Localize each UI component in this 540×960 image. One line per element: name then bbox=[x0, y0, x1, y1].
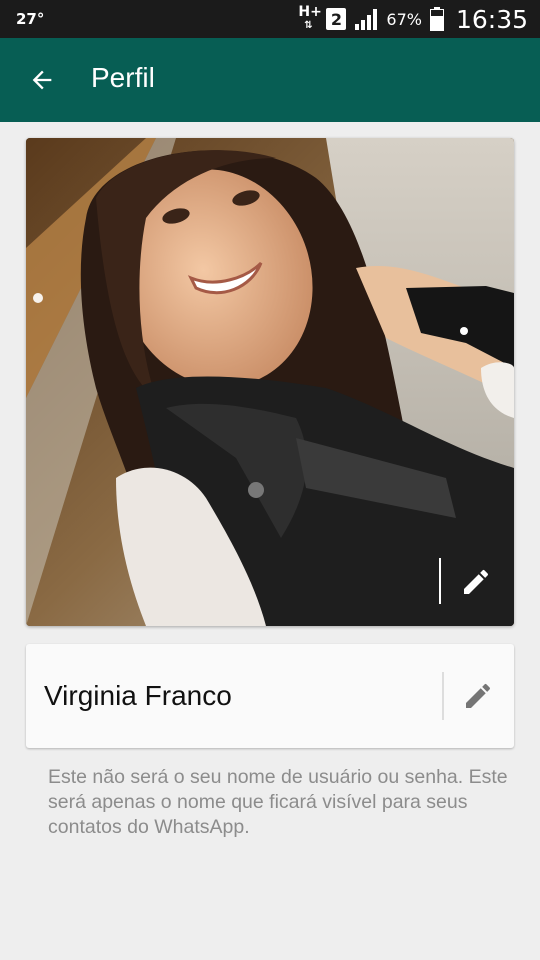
clock-time: 16:35 bbox=[455, 4, 528, 34]
profile-photo bbox=[26, 138, 514, 626]
edit-photo-button[interactable] bbox=[456, 562, 496, 602]
name-edit-divider bbox=[442, 672, 444, 720]
photo-edit-divider bbox=[439, 558, 441, 604]
hplus-icon: H+ ⇅ bbox=[298, 4, 322, 31]
back-button[interactable] bbox=[20, 60, 64, 100]
profile-photo-card[interactable] bbox=[26, 138, 514, 626]
status-bar: 27° H+ ⇅ 2 67% 16:35 bbox=[0, 0, 540, 38]
page-title: Perfil bbox=[91, 62, 155, 93]
status-icons: H+ ⇅ 2 67% 16:35 bbox=[298, 0, 528, 38]
name-hint-text: Este não será o seu nome de usuário ou s… bbox=[48, 766, 508, 838]
sim-icon: 2 bbox=[326, 8, 347, 30]
battery-icon bbox=[429, 7, 444, 31]
pencil-icon bbox=[464, 569, 489, 594]
temperature-text: 27° bbox=[16, 10, 45, 28]
pencil-icon bbox=[466, 683, 491, 708]
signal-icon bbox=[355, 9, 378, 30]
arrow-left-icon bbox=[32, 70, 52, 90]
name-field-card[interactable]: Virginia Franco bbox=[26, 644, 514, 748]
edit-name-button[interactable] bbox=[458, 676, 498, 716]
profile-name: Virginia Franco bbox=[44, 680, 232, 711]
network-type-label: H+ bbox=[298, 4, 322, 20]
app-bar: Perfil bbox=[0, 38, 540, 122]
battery-percent: 67% bbox=[386, 9, 422, 29]
